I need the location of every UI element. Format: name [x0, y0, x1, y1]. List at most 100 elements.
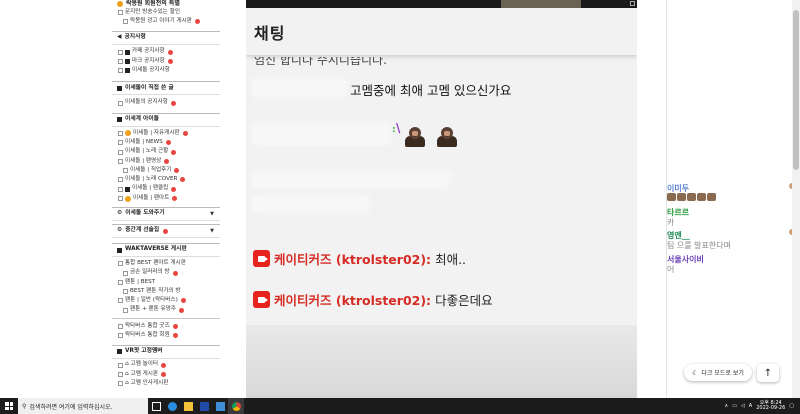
clock[interactable]: 오후 8:24 2022-09-26	[756, 400, 786, 412]
file-explorer-icon[interactable]	[180, 398, 196, 414]
board-icon	[118, 10, 123, 16]
taskbar-search[interactable]: ⚲ 검색하려면 여기에 입력하십시오.	[18, 398, 148, 414]
partial-message: 엄신 합니다 수시니습니다.	[254, 57, 504, 67]
board-icon	[118, 362, 123, 368]
new-badge-icon	[167, 59, 173, 65]
sidebar-item[interactable]: ⌂ 고멤 인사게시판	[112, 379, 220, 388]
board-icon	[118, 324, 123, 330]
sidebar-item[interactable]: 팬툰 | 일반 (왁타버스)	[112, 296, 220, 305]
sidebar-item[interactable]: 카페 공지사항	[112, 48, 220, 57]
new-badge-icon	[171, 186, 177, 192]
sidebar-item-label: 락몽원 광고 이야기 게시판	[130, 18, 192, 25]
sidebar-item-label: 팬툰 | BEST	[125, 278, 156, 285]
monkey-emote-icon	[402, 125, 428, 147]
sidebar-item[interactable]: 이세돌 | 노래 근황	[112, 147, 220, 156]
sidebar-item[interactable]: 왁타버스 통합 굿즈	[112, 322, 220, 331]
sidebar-item[interactable]: 문지만 방송수있는 할인	[112, 8, 220, 17]
board-icon	[118, 381, 123, 387]
chat-message-text: 고멤중에 최애 고멤 있으신가요	[350, 83, 512, 98]
video-player-edge[interactable]	[246, 0, 637, 8]
sidebar-item[interactable]: 이세돌 | NEWS	[112, 138, 220, 147]
sidebar-item-label: 이세돌 | 팬아트	[133, 194, 170, 201]
sidebar-item[interactable]: 이세돌 공지사항	[112, 66, 220, 75]
board-icon	[118, 177, 123, 183]
scroll-top-button[interactable]: ↑	[757, 364, 779, 382]
sidebar-item[interactable]: 금손 일러러의 방	[112, 268, 220, 277]
sidebar-item-label: 고멤 인사게시판	[130, 379, 169, 386]
language-indicator[interactable]: A	[749, 403, 752, 409]
board-icon	[118, 279, 123, 285]
board-icon	[118, 100, 123, 106]
board-icon	[118, 371, 123, 377]
chat-message-list: 엄신 합니다 수시니습니다. 고멤중에 최애 고멤 있으신가요 : \ 케이티커…	[246, 55, 637, 325]
sidebar-item[interactable]: 이세돌 | 팬영상	[112, 157, 220, 166]
photos-icon[interactable]	[212, 398, 228, 414]
sidebar-item[interactable]: 이세돌 | 팬아트	[112, 194, 220, 203]
sidebar-item[interactable]: 이세돌 | 자유게시판	[112, 129, 220, 138]
scrollbar[interactable]	[792, 0, 800, 398]
sidebar-item-label: 이세돌 | NEWS	[125, 138, 163, 145]
notification-icon[interactable]: ▢	[789, 403, 794, 409]
sidebar-item-label: 이세돌 | 노래 COVER	[125, 176, 178, 183]
sidebar-item[interactable]: 이세돌 | 직업후기	[112, 166, 220, 175]
start-button[interactable]	[0, 398, 18, 414]
sidebar-item[interactable]: ⌂ 고멤 게시판	[112, 370, 220, 379]
pub-section-header[interactable]: ⚙ 중간계 선술집 ▼	[112, 224, 220, 239]
dark-mode-button[interactable]: ☾ 다크 모드로 보기	[684, 364, 752, 381]
sidebar-item[interactable]: BEST 팬툰 작가의 방	[112, 287, 220, 296]
sidebar-item[interactable]: 마크 공지사항	[112, 57, 220, 66]
sidebar-item-label: 팬툰 + 팬툰 유망주	[130, 306, 177, 313]
cog-icon: ⚙	[117, 227, 123, 234]
moon-icon: ☾	[692, 368, 699, 377]
chrome-icon[interactable]	[228, 398, 244, 414]
chevron-down-icon: ▼	[210, 227, 214, 234]
sidebar-item-label: 마크 공지사항	[132, 57, 165, 64]
new-badge-icon	[180, 298, 186, 304]
clock-date: 2022-09-26	[756, 405, 786, 411]
network-icon[interactable]: ▭	[732, 403, 737, 409]
board-icon	[118, 298, 123, 304]
notice-section-header: ◀ 공지사항	[112, 30, 220, 45]
sidebar-item[interactable]: ⌂ 고멤 놀이터	[112, 361, 220, 370]
emote-icon	[707, 193, 716, 201]
chevron-up-icon[interactable]: ∧	[725, 403, 729, 409]
sidebar-item[interactable]: 팬툰 | BEST	[112, 278, 220, 287]
new-badge-icon	[179, 307, 185, 313]
fullscreen-icon[interactable]	[630, 1, 635, 6]
sidebar-item-label: BEST 팬툰 작가의 방	[130, 287, 181, 294]
new-badge-icon	[174, 168, 180, 174]
sidebar-item-label: 이세돌의 공지사항	[125, 99, 168, 106]
edge-browser-icon[interactable]	[164, 398, 180, 414]
sidebar-item-label: 금손 일러러의 방	[130, 269, 170, 276]
sidebar-item-label: 팬툰 | 일반 (왁타버스)	[125, 297, 178, 304]
emoji-icon	[125, 130, 131, 137]
scrollbar-thumb[interactable]	[793, 10, 799, 170]
task-view-icon[interactable]	[148, 398, 164, 414]
chat-input-area[interactable]	[246, 325, 637, 398]
sidebar-item[interactable]: 이세돌의 공지사항	[112, 98, 220, 107]
chat-panel: 채팅 엄신 합니다 수시니습니다. 고멤중에 최애 고멤 있으신가요 : \ 케…	[246, 0, 637, 398]
sidebar-item[interactable]: 이세돌 | 팬클립	[112, 185, 220, 194]
vr-section-header: VR팟 고정멤버	[112, 344, 220, 359]
image-icon	[125, 186, 130, 192]
chat-message-text: 최애..	[435, 252, 467, 267]
sidebar-item[interactable]: 락몽원 광고 이야기 게시판	[112, 17, 220, 26]
house-icon: ⌂	[125, 370, 129, 377]
sidebar-item[interactable]: 왁타버스 통합 회원	[112, 331, 220, 340]
new-badge-icon	[163, 228, 169, 234]
volume-icon[interactable]: ◁	[741, 403, 745, 409]
sidebar-item[interactable]: 통합 BEST 팬아트 게시판	[112, 259, 220, 268]
sidebar-item-label: 이세돌 | 노래 근황	[125, 148, 169, 155]
sidebar-item-label: 왁타버스 통합 회원	[125, 332, 170, 339]
windows-logo-icon	[5, 402, 13, 410]
help-section-header[interactable]: ⚙ 이세돌 도와주기 ▼	[112, 207, 220, 222]
sidebar-item-label: 이세돌 | 팬영상	[125, 157, 162, 164]
section-title: 공지사항	[124, 33, 146, 40]
house-icon: ⌂	[125, 361, 129, 368]
new-badge-icon	[161, 371, 167, 377]
app-icon[interactable]	[196, 398, 212, 414]
sidebar-item[interactable]: 이세돌 | 노래 COVER	[112, 175, 220, 184]
house-icon: ⌂	[125, 379, 129, 386]
sidebar-item[interactable]: 팬툰 + 팬툰 유망주	[112, 306, 220, 315]
new-badge-icon	[164, 158, 170, 164]
